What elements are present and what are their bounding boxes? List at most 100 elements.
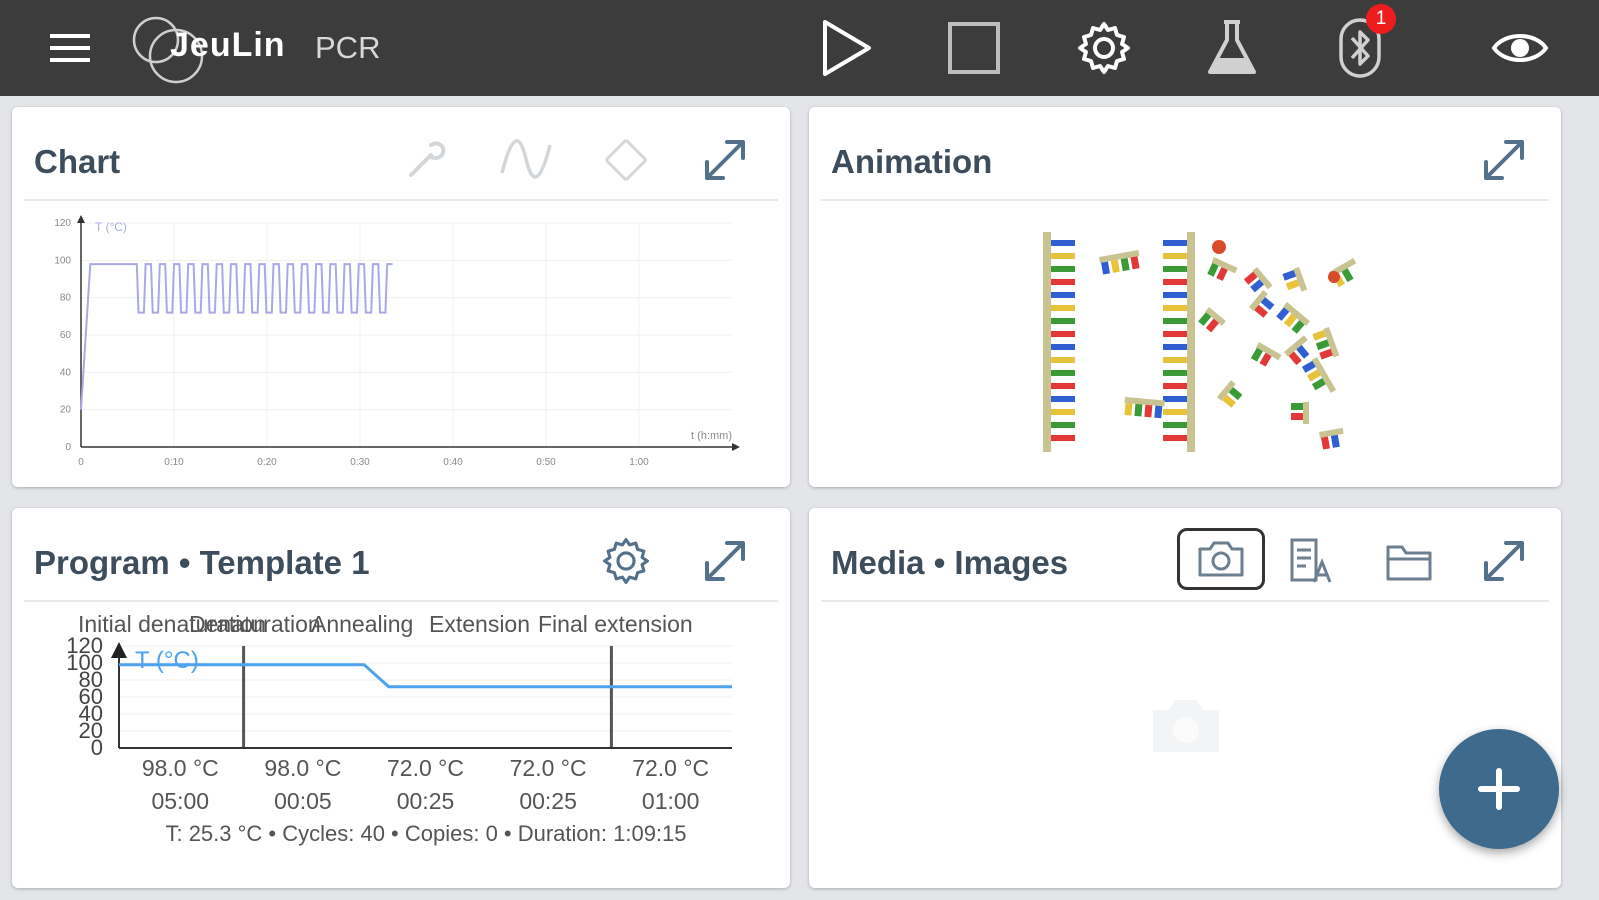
- hamburger-icon: [50, 34, 90, 62]
- brand-name: JeuLin: [170, 26, 286, 64]
- play-button[interactable]: [815, 18, 875, 78]
- expand-media-button[interactable]: [1473, 530, 1535, 592]
- play-icon: [823, 20, 871, 76]
- menu-button[interactable]: [40, 18, 100, 78]
- dna-strand-right-base: [1163, 383, 1187, 389]
- dna-strand-left-base: [1051, 409, 1075, 415]
- open-folder-button[interactable]: [1378, 530, 1440, 592]
- dna-fragment: [1301, 357, 1336, 393]
- stage-name: Denaturation: [189, 611, 321, 637]
- dna-strand-right-base: [1163, 253, 1187, 259]
- x-tick-label: 0:30: [350, 457, 370, 468]
- y-tick-label: 80: [60, 293, 72, 304]
- media-panel: Media • Images: [809, 508, 1561, 888]
- fragment-base: [1312, 329, 1327, 341]
- dna-strand-left-base: [1051, 253, 1075, 259]
- fragment-base: [1134, 403, 1143, 417]
- view-button[interactable]: [1490, 18, 1550, 78]
- stop-button[interactable]: [944, 18, 1004, 78]
- fragment-base: [1321, 436, 1331, 450]
- fragment-base: [1291, 403, 1303, 410]
- temperature-chart[interactable]: 0 0:10 0:20 0:30 0:40 0:50 1:00 0 20 40 60 80 100 120…: [12, 107, 790, 487]
- polymerase-molecule: [1328, 271, 1340, 283]
- dna-strand-right-base: [1163, 370, 1187, 376]
- dna-strand-left-base: [1051, 357, 1075, 363]
- y-tick-label: 60: [60, 330, 72, 341]
- dna-strand-right-base: [1163, 344, 1187, 350]
- fragment-base: [1144, 404, 1153, 418]
- stage-name: Extension: [429, 611, 530, 637]
- add-media-fab[interactable]: [1439, 729, 1559, 849]
- experiment-button[interactable]: [1202, 18, 1262, 78]
- flask-icon: [1208, 20, 1256, 74]
- dna-fragment: [1276, 302, 1310, 334]
- dna-strand-right-base: [1163, 357, 1187, 363]
- dna-fragment: [1243, 267, 1273, 293]
- dna-fragment: [1284, 335, 1310, 366]
- y-axis-label: T (°C): [135, 647, 199, 674]
- gear-icon: [1078, 22, 1130, 74]
- fragment-base: [1315, 339, 1330, 351]
- dna-strand-left-base: [1051, 305, 1075, 311]
- chart-panel: Chart 0 0:10 0:20 0:30 0:40 0:50 1:00 0 20 40 60 80…: [12, 107, 790, 487]
- dna-fragment: [1250, 342, 1282, 367]
- fragment-base: [1124, 403, 1133, 416]
- stage-name: Final extension: [538, 611, 693, 637]
- dna-strand-left-base: [1051, 396, 1075, 402]
- stage-duration: 00:25: [519, 788, 577, 814]
- dna-strand-right-base: [1163, 422, 1187, 428]
- stage-temperature: 72.0 °C: [632, 755, 709, 781]
- stage-duration: 05:00: [152, 788, 210, 814]
- y-axis-label: T (°C): [95, 220, 127, 234]
- fragment-base: [1319, 348, 1333, 360]
- dna-strand-right-backbone: [1187, 232, 1195, 452]
- camera-button[interactable]: [1177, 528, 1265, 590]
- annotate-button[interactable]: [1278, 530, 1340, 592]
- y-axis-arrow: [111, 642, 127, 658]
- stage-temperature: 72.0 °C: [510, 755, 587, 781]
- program-status: T: 25.3 °C • Cycles: 40 • Copies: 0 • Du…: [165, 821, 686, 846]
- panel-title: Media • Images: [831, 544, 1069, 581]
- dna-strand-right-base: [1163, 292, 1187, 298]
- dna-fragment: [1282, 267, 1308, 292]
- fragment-base: [1130, 256, 1140, 270]
- stage-temperature: 98.0 °C: [142, 755, 219, 781]
- dna-fragment: [1249, 290, 1275, 318]
- dna-fragment: [1319, 427, 1344, 450]
- dna-strand-right-base: [1163, 331, 1187, 337]
- dna-replication-animation: [1043, 232, 1357, 452]
- dna-strand-left-base: [1051, 422, 1075, 428]
- folder-icon: [1386, 545, 1432, 581]
- x-tick-label: 0: [78, 457, 84, 468]
- dna-strand-right-base: [1163, 435, 1187, 441]
- settings-button[interactable]: [1074, 18, 1134, 78]
- dna-strand-left-backbone: [1043, 232, 1051, 452]
- dna-fragment: [1217, 380, 1243, 408]
- polymerase-molecule: [1212, 240, 1226, 254]
- bluetooth-button[interactable]: 1: [1330, 4, 1396, 78]
- panel-divider: [821, 600, 1549, 602]
- eye-icon: [1491, 34, 1549, 62]
- x-tick-label: 0:10: [164, 457, 184, 468]
- camera-icon: [1198, 541, 1244, 577]
- dna-strand-left-base: [1051, 383, 1075, 389]
- text-document-icon: [1290, 538, 1332, 583]
- app-logo: JeuLin PCR: [130, 12, 430, 84]
- dna-strand-right-base: [1163, 305, 1187, 311]
- fragment-base: [1101, 261, 1111, 275]
- program-profile-chart[interactable]: 020406080100120Initial denaturation98.0 …: [12, 508, 790, 888]
- dna-fragment: [1291, 402, 1309, 424]
- stage-duration: 00:05: [274, 788, 332, 814]
- dna-strand-left-base: [1051, 292, 1075, 298]
- dna-strand-left-base: [1051, 370, 1075, 376]
- notification-badge: 1: [1366, 4, 1396, 34]
- dna-strand-left-base: [1051, 344, 1075, 350]
- dna-strand-left-base: [1051, 318, 1075, 324]
- dna-strand-left-base: [1051, 435, 1075, 441]
- dna-fragment: [1198, 307, 1226, 333]
- fragment-base: [1330, 434, 1340, 448]
- product-name: PCR: [315, 30, 381, 65]
- y-tick-label: 40: [60, 367, 72, 378]
- camera-placeholder-icon: [1153, 700, 1219, 752]
- dna-strand-left-base: [1051, 240, 1075, 246]
